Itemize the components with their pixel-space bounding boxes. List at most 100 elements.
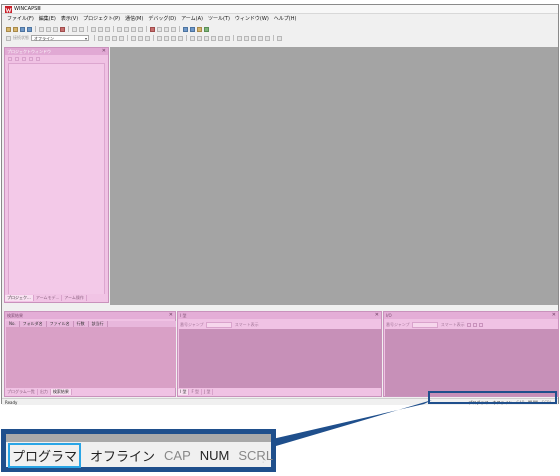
tab-j-type[interactable]: J 型 [202,389,214,395]
stop-icon[interactable] [131,35,136,41]
zoom-mode-programmer: プログラマ [8,442,82,468]
io-pane: I/O ✕ 番号ジャンプ スマート表示 [383,311,559,397]
refresh-icon[interactable] [36,57,40,61]
upload-icon[interactable] [105,35,110,41]
compare-icon[interactable] [112,35,117,41]
resize-grip-icon[interactable]: ⋰ [262,457,268,464]
list-icon[interactable] [258,35,263,41]
connection-toolbar: 接続状態 オフライン ▾ [2,34,558,42]
clear-bookmark-icon[interactable] [171,26,176,32]
menu-arm[interactable]: アーム(A) [181,15,203,24]
error-log-icon[interactable] [225,35,230,41]
menu-edit[interactable]: 編集(E) [39,15,56,24]
menu-tools[interactable]: ツール(T) [208,15,230,24]
watch-icon[interactable] [204,35,209,41]
sort-icon[interactable] [277,35,282,41]
menu-help[interactable]: ヘルプ(H) [274,15,297,24]
tab-arm-model[interactable]: アームモデ... [34,295,63,301]
comment-icon[interactable] [131,26,136,32]
properties-icon[interactable] [22,57,26,61]
tab-project[interactable]: プロジェク... [5,295,34,301]
paste-icon[interactable] [53,26,58,32]
grid-icon[interactable] [244,35,249,41]
pause-icon[interactable] [157,35,162,41]
number-jump-input[interactable] [205,321,232,328]
menu-debug[interactable]: デバッグ(D) [148,15,176,24]
menu-project[interactable]: プロジェクト(P) [83,15,120,24]
menu-bar: ファイル(F) 編集(E) 表示(V) プロジェクト(P) 通信(M) デバッグ… [2,15,558,24]
cut-icon[interactable] [39,26,44,32]
find-icon[interactable] [105,26,110,32]
prev-bookmark-icon[interactable] [164,26,169,32]
toolbar-separator [94,35,95,41]
download-icon[interactable] [98,35,103,41]
print-preview-icon[interactable] [98,26,103,32]
close-icon[interactable]: ✕ [102,48,106,55]
menu-view[interactable]: 表示(V) [61,15,78,24]
window-icon[interactable] [183,26,188,32]
hand-icon[interactable] [178,35,183,41]
refresh-icon[interactable] [478,322,483,327]
copy-icon[interactable] [46,26,51,32]
open-folder-icon[interactable] [13,26,18,32]
outdent-icon[interactable] [124,26,129,32]
connection-status-label: 接続状態 [13,35,29,40]
delete-icon[interactable] [60,26,65,32]
print-icon[interactable] [91,26,96,32]
tab-arm-operation[interactable]: アーム操作 [62,295,87,301]
filter-icon[interactable] [466,322,471,327]
next-bookmark-icon[interactable] [157,26,162,32]
connect-icon[interactable] [204,26,209,32]
breakpoint-icon[interactable] [171,35,176,41]
smart-display-label[interactable]: スマート表示 [441,322,465,328]
close-icon[interactable]: ✕ [169,312,173,319]
variable-list[interactable] [179,329,382,388]
menu-communication[interactable]: 通信(M) [125,15,143,24]
main-workspace[interactable] [110,47,558,305]
connection-status-select[interactable]: オフライン ▾ [31,35,89,41]
number-jump-input[interactable] [411,321,438,328]
bookmark-icon[interactable] [150,26,155,32]
run-icon[interactable] [145,35,150,41]
trace-icon[interactable] [211,35,216,41]
layout-icon[interactable] [237,35,242,41]
close-icon[interactable]: ✕ [375,312,379,319]
bottom-tabs: プログラム一覧 出力 検索結果 [5,388,175,396]
redo-icon[interactable] [79,26,84,32]
resume-icon[interactable] [164,35,169,41]
rename-icon[interactable] [15,57,19,61]
menu-window[interactable]: ウィンドウ(W) [235,15,269,24]
project-tree[interactable] [8,63,105,295]
undo-icon[interactable] [72,26,77,32]
io-list[interactable] [385,329,559,396]
new-program-icon[interactable] [8,57,12,61]
delete-icon[interactable] [29,57,33,61]
connection-icon[interactable] [6,35,11,41]
key-icon[interactable] [197,26,202,32]
project-window-title: プロジェクトウィンドウ ✕ [5,48,108,55]
menu-file[interactable]: ファイル(F) [7,15,34,24]
tab-search-results[interactable]: 検索結果 [50,389,72,395]
log-icon[interactable] [218,35,223,41]
save-icon[interactable] [20,26,25,32]
tab-i-type[interactable]: I 型 [178,389,190,395]
indent-icon[interactable] [117,26,122,32]
monitor-icon[interactable] [190,26,195,32]
table-icon[interactable] [265,35,270,41]
compile-icon[interactable] [119,35,124,41]
tab-output[interactable]: 出力 [38,389,51,395]
step-icon[interactable] [138,35,143,41]
settings-icon[interactable] [472,322,477,327]
panel-icon[interactable] [251,35,256,41]
close-icon[interactable]: ✕ [552,312,556,319]
tab-f-type[interactable]: F 型 [189,389,203,395]
toolbar-separator [153,35,154,41]
save-all-icon[interactable] [27,26,32,32]
tab-program-list[interactable]: プログラム一覧 [5,389,38,395]
search-results-list[interactable] [6,327,176,388]
smart-display-label[interactable]: スマート表示 [235,322,259,328]
io-icon[interactable] [197,35,202,41]
uncomment-icon[interactable] [138,26,143,32]
variable-icon[interactable] [190,35,195,41]
new-file-icon[interactable] [6,26,11,32]
